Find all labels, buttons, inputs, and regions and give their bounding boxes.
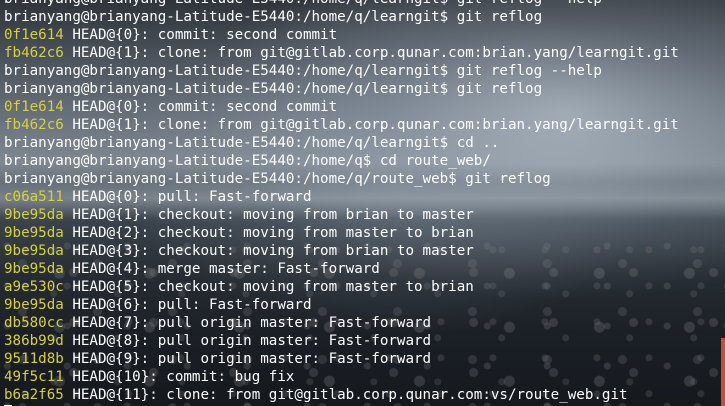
commit-hash: 49f5c11 bbox=[4, 369, 64, 385]
reflog-entry-line: 0f1e614 HEAD@{0}: commit: second commit bbox=[4, 26, 679, 44]
reflog-entry-text: HEAD@{0}: pull: Fast-forward bbox=[63, 189, 312, 205]
commit-hash: 0f1e614 bbox=[4, 27, 64, 43]
reflog-entry-text: HEAD@{3}: checkout: moving from brian to… bbox=[63, 243, 474, 259]
command-line: brianyang@brianyang-Latitude-E5440:/home… bbox=[4, 62, 679, 80]
command-line: brianyang@brianyang-Latitude-E5440:/home… bbox=[4, 170, 679, 188]
reflog-entry-text: HEAD@{1}: clone: from git@gitlab.corp.qu… bbox=[63, 117, 679, 133]
commit-hash: 9be95da bbox=[4, 207, 64, 223]
commit-hash: 386b99d bbox=[4, 333, 64, 349]
terminal-window[interactable]: brianyang@brianyang-Latitude-E5440:/home… bbox=[0, 0, 725, 406]
reflog-entry-line: 9be95da HEAD@{1}: checkout: moving from … bbox=[4, 206, 679, 224]
reflog-entry-line: 9be95da HEAD@{4}: merge master: Fast-for… bbox=[4, 260, 679, 278]
commit-hash: db580cc bbox=[4, 315, 64, 331]
reflog-entry-line: a9e530c HEAD@{5}: checkout: moving from … bbox=[4, 278, 679, 296]
terminal-output: brianyang@brianyang-Latitude-E5440:/home… bbox=[4, 0, 679, 406]
commit-hash: 0f1e614 bbox=[4, 99, 64, 115]
commit-hash: a9e530c bbox=[4, 279, 64, 295]
command-text: brianyang@brianyang-Latitude-E5440:/home… bbox=[4, 81, 543, 97]
reflog-entry-line: 0f1e614 HEAD@{0}: commit: second commit bbox=[4, 98, 679, 116]
command-text: brianyang@brianyang-Latitude-E5440:/home… bbox=[4, 153, 491, 169]
command-text: brianyang@brianyang-Latitude-E5440:/home… bbox=[4, 0, 602, 7]
reflog-entry-line: 49f5c11 HEAD@{10}: commit: bug fix bbox=[4, 368, 679, 386]
reflog-entry-text: HEAD@{0}: commit: second commit bbox=[63, 27, 338, 43]
command-text: brianyang@brianyang-Latitude-E5440:/home… bbox=[4, 63, 602, 79]
commit-hash: 9be95da bbox=[4, 297, 64, 313]
command-line: brianyang@brianyang-Latitude-E5440:/home… bbox=[4, 0, 679, 8]
reflog-entry-text: HEAD@{10}: commit: bug fix bbox=[63, 369, 295, 385]
reflog-entry-line: fb462c6 HEAD@{1}: clone: from git@gitlab… bbox=[4, 44, 679, 62]
command-text: brianyang@brianyang-Latitude-E5440:/home… bbox=[4, 135, 500, 151]
commit-hash: 9be95da bbox=[4, 225, 64, 241]
commit-hash: c06a511 bbox=[4, 189, 64, 205]
reflog-entry-text: HEAD@{0}: commit: second commit bbox=[63, 99, 338, 115]
reflog-entry-text: HEAD@{11}: clone: from git@gitlab.corp.q… bbox=[63, 387, 628, 403]
reflog-entry-text: HEAD@{8}: pull origin master: Fast-forwa… bbox=[63, 333, 432, 349]
reflog-entry-text: HEAD@{4}: merge master: Fast-forward bbox=[63, 261, 380, 277]
reflog-entry-line: fb462c6 HEAD@{1}: clone: from git@gitlab… bbox=[4, 116, 679, 134]
reflog-entry-text: HEAD@{1}: checkout: moving from brian to… bbox=[63, 207, 474, 223]
reflog-entry-line: 9be95da HEAD@{3}: checkout: moving from … bbox=[4, 242, 679, 260]
command-line: brianyang@brianyang-Latitude-E5440:/home… bbox=[4, 152, 679, 170]
reflog-entry-line: c06a511 HEAD@{0}: pull: Fast-forward bbox=[4, 188, 679, 206]
command-text: brianyang@brianyang-Latitude-E5440:/home… bbox=[4, 9, 543, 25]
reflog-entry-text: HEAD@{2}: checkout: moving from master t… bbox=[63, 225, 474, 241]
terminal-scrollbar[interactable] bbox=[721, 338, 725, 406]
commit-hash: 9be95da bbox=[4, 261, 64, 277]
reflog-entry-text: HEAD@{6}: pull: Fast-forward bbox=[63, 297, 312, 313]
command-line: brianyang@brianyang-Latitude-E5440:/home… bbox=[4, 134, 679, 152]
reflog-entry-line: 9be95da HEAD@{6}: pull: Fast-forward bbox=[4, 296, 679, 314]
reflog-entry-line: 9511d8b HEAD@{9}: pull origin master: Fa… bbox=[4, 350, 679, 368]
reflog-entry-text: HEAD@{5}: checkout: moving from master t… bbox=[63, 279, 474, 295]
command-text: brianyang@brianyang-Latitude-E5440:/home… bbox=[4, 171, 551, 187]
commit-hash: fb462c6 bbox=[4, 45, 64, 61]
commit-hash: 9be95da bbox=[4, 243, 64, 259]
command-line: brianyang@brianyang-Latitude-E5440:/home… bbox=[4, 8, 679, 26]
reflog-entry-line: db580cc HEAD@{7}: pull origin master: Fa… bbox=[4, 314, 679, 332]
reflog-entry-line: 386b99d HEAD@{8}: pull origin master: Fa… bbox=[4, 332, 679, 350]
commit-hash: 9511d8b bbox=[4, 351, 64, 367]
reflog-entry-line: 9be95da HEAD@{2}: checkout: moving from … bbox=[4, 224, 679, 242]
reflog-entry-text: HEAD@{1}: clone: from git@gitlab.corp.qu… bbox=[63, 45, 679, 61]
reflog-entry-text: HEAD@{7}: pull origin master: Fast-forwa… bbox=[63, 315, 432, 331]
commit-hash: b6a2f65 bbox=[4, 387, 64, 403]
commit-hash: fb462c6 bbox=[4, 117, 64, 133]
command-line: brianyang@brianyang-Latitude-E5440:/home… bbox=[4, 80, 679, 98]
reflog-entry-text: HEAD@{9}: pull origin master: Fast-forwa… bbox=[63, 351, 432, 367]
reflog-entry-line: b6a2f65 HEAD@{11}: clone: from git@gitla… bbox=[4, 386, 679, 404]
